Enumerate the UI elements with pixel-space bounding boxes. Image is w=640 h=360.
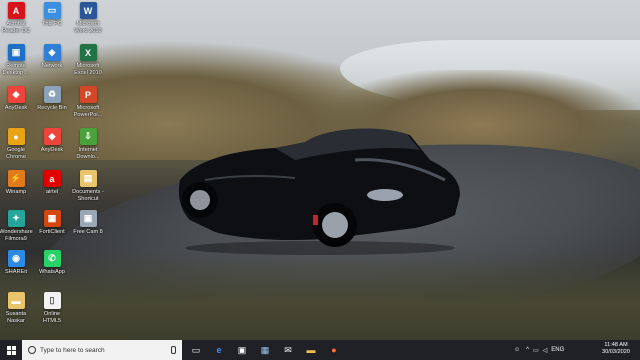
- free-cam-icon: ▣: [79, 210, 97, 227]
- winamp-icon: ⚡: [7, 170, 25, 187]
- microphone-icon[interactable]: [171, 346, 176, 354]
- volume-icon[interactable]: ◁: [543, 347, 548, 354]
- desktop-icon-label: Microsoft PowerPoi...: [73, 105, 103, 118]
- desktop-icon-label: Acrobat Reader DC: [2, 21, 30, 34]
- desktop-icon[interactable]: ▣ Remote Desktop ...: [0, 44, 34, 76]
- desktop-icon[interactable]: ◉ SHAREit: [0, 250, 34, 276]
- desktop-icon[interactable]: ▣ Free Cam 8: [70, 210, 106, 236]
- display-icon[interactable]: ▭: [533, 347, 539, 354]
- desktop-icon-label: FortiClient: [39, 229, 65, 235]
- desktop-icon-label: AnyDesk: [40, 147, 64, 153]
- remote-desktop-icon: ▣: [7, 44, 25, 61]
- desktop-icon[interactable]: ▭ This PC: [34, 2, 70, 28]
- desktop-icon-label: Remote Desktop ...: [2, 63, 30, 76]
- show-hidden-icons-icon[interactable]: ^: [526, 347, 529, 353]
- network-icon: ◈: [43, 44, 61, 61]
- desktop-icon[interactable]: ▬ Susanta Naskar: [0, 292, 34, 324]
- desktop-icon-label: Online HTML5: [42, 311, 62, 324]
- taskbar-clock[interactable]: 11:48 AM 30/03/2020: [602, 342, 630, 356]
- language-indicator[interactable]: ENG: [551, 347, 564, 353]
- desktop-icon[interactable]: a airtel: [34, 170, 70, 196]
- desktop-icon-label: Wondershare Filmora9: [0, 229, 33, 242]
- desktop-icon-label: airtel: [45, 189, 59, 195]
- firefox-icon[interactable]: ●: [327, 343, 341, 357]
- desktop-icon[interactable]: ♻ Recycle Bin: [34, 86, 70, 112]
- wallpaper-car: [178, 128, 461, 255]
- acrobat-icon: A: [7, 2, 25, 19]
- desktop-icon[interactable]: ● Google Chrome: [0, 128, 34, 160]
- desktop-icon-label: This PC: [42, 21, 62, 27]
- document-icon: ▯: [43, 292, 61, 309]
- anydesk-icon: ◆: [43, 128, 61, 145]
- desktop-icon-label: Winamp: [5, 189, 27, 195]
- desktop-icon-label: Free Cam 8: [73, 229, 103, 235]
- user-folder-icon: ▬: [7, 292, 25, 309]
- documents-shortcut-icon: ▤: [79, 170, 97, 187]
- shareit-icon: ◉: [7, 250, 25, 267]
- excel-icon: X: [79, 44, 97, 61]
- people-icon[interactable]: ☺: [514, 347, 520, 353]
- system-tray: ☺ ^ ▭ ◁ ENG: [514, 340, 568, 360]
- desktop-icon[interactable]: W Microsoft Word 2010: [70, 2, 106, 34]
- desktop-icon[interactable]: ◈ Network: [34, 44, 70, 70]
- airtel-icon: a: [43, 170, 61, 187]
- desktop-icon-label: Microsoft Word 2010: [74, 21, 102, 34]
- desktop-icon-label: Susanta Naskar: [5, 311, 27, 324]
- desktop-icon[interactable]: A Acrobat Reader DC: [0, 2, 34, 34]
- desktop-icon[interactable]: ✦ Wondershare Filmora9: [0, 210, 34, 242]
- recycle-bin-icon: ♻: [43, 86, 61, 103]
- desktop-icon[interactable]: ⇩ Internet Downlo...: [70, 128, 106, 160]
- clock-date: 30/03/2020: [602, 349, 630, 355]
- mail-icon[interactable]: ✉: [281, 343, 295, 357]
- desktop-icon-label: Documents - Shortcut: [72, 189, 104, 202]
- search-placeholder: Type to here to search: [40, 346, 105, 354]
- desktop-icon[interactable]: ◆ AnyDesk: [34, 128, 70, 154]
- desktop-icon-label: WhatsApp: [39, 269, 65, 275]
- chrome-icon: ●: [7, 128, 25, 145]
- start-button[interactable]: [0, 340, 22, 360]
- forticlient-icon: ▦: [43, 210, 61, 227]
- file-explorer-icon[interactable]: ▬: [304, 343, 318, 357]
- this-pc-icon: ▭: [43, 2, 61, 19]
- desktop-icon[interactable]: ▤ Documents - Shortcut: [70, 170, 106, 202]
- photos-icon[interactable]: ▦: [258, 343, 272, 357]
- windows-logo-icon: [6, 345, 16, 355]
- desktop-icon-label: AnyDesk: [4, 105, 28, 111]
- desktop-icon[interactable]: ◆ AnyDesk: [0, 86, 34, 112]
- clock-time: 11:48 AM: [604, 342, 628, 348]
- wallpaper-grass: [0, 250, 640, 340]
- search-icon: [28, 346, 36, 354]
- desktop-icon-label: Internet Downlo...: [76, 147, 100, 160]
- internet-download-manager-icon: ⇩: [79, 128, 97, 145]
- desktop-icon-label: SHAREit: [4, 269, 28, 275]
- anydesk-icon: ◆: [7, 86, 25, 103]
- desktop-icon[interactable]: ✆ WhatsApp: [34, 250, 70, 276]
- desktop-icon-label: Recycle Bin: [37, 105, 67, 111]
- taskbar: Type to here to search ▭ e ▣ ▦ ✉ ▬ ● ☺ ^…: [0, 340, 640, 360]
- taskbar-search-box[interactable]: Type to here to search: [22, 340, 182, 360]
- desktop-icon-label: Network: [41, 63, 63, 69]
- desktop-icon-label: Google Chrome: [6, 147, 26, 160]
- store-icon[interactable]: ▣: [235, 343, 249, 357]
- edge-icon[interactable]: e: [212, 343, 226, 357]
- filmora-icon: ✦: [7, 210, 25, 227]
- task-view-icon[interactable]: ▭: [189, 343, 203, 357]
- desktop-icon[interactable]: ▯ Online HTML5: [34, 292, 70, 324]
- desktop-icon[interactable]: ▦ FortiClient: [34, 210, 70, 236]
- whatsapp-icon: ✆: [43, 250, 61, 267]
- desktop-icon[interactable]: P Microsoft PowerPoi...: [70, 86, 106, 118]
- powerpoint-icon: P: [79, 86, 97, 103]
- desktop-icon[interactable]: X Microsoft Excel 2010: [70, 44, 106, 76]
- desktop-icon-label: Microsoft Excel 2010: [74, 63, 102, 76]
- word-icon: W: [79, 2, 97, 19]
- desktop-icon[interactable]: ⚡ Winamp: [0, 170, 34, 196]
